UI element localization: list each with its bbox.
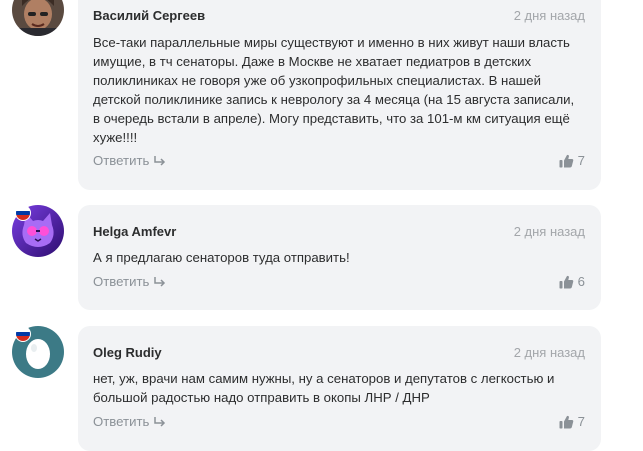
reply-button[interactable]: Ответить (93, 414, 167, 429)
comment-bubble: Василий Сергеев 2 дня назад Все-таки пар… (78, 0, 601, 190)
comment: Oleg Rudiy 2 дня назад нет, уж, врачи на… (0, 326, 643, 451)
thumbs-up-icon (559, 275, 573, 288)
russia-flag-icon (15, 326, 31, 342)
comment: Helga Amfevr 2 дня назад А я предлагаю с… (0, 205, 643, 310)
comment-bubble: Oleg Rudiy 2 дня назад нет, уж, врачи на… (78, 326, 601, 451)
avatar-wrap (12, 205, 64, 257)
reply-arrow-icon (154, 155, 166, 166)
reply-button[interactable]: Ответить (93, 153, 167, 168)
like-count: 7 (577, 414, 585, 429)
like-count: 6 (577, 274, 585, 289)
comment-author[interactable]: Helga Amfevr (93, 224, 176, 239)
comment-time[interactable]: 2 дня назад (514, 224, 585, 239)
comment-bubble: Helga Amfevr 2 дня назад А я предлагаю с… (78, 205, 601, 310)
russia-flag-icon (15, 205, 31, 221)
comment: Василий Сергеев 2 дня назад Все-таки пар… (0, 0, 643, 200)
reply-label: Ответить (93, 274, 150, 289)
comment-author[interactable]: Василий Сергеев (93, 8, 205, 23)
like-button[interactable]: 6 (559, 274, 585, 289)
reply-label: Ответить (93, 414, 150, 429)
reply-label: Ответить (93, 153, 150, 168)
like-button[interactable]: 7 (559, 414, 585, 429)
comment-time[interactable]: 2 дня назад (514, 345, 585, 360)
comment-text: Все-таки параллельные миры существуют и … (93, 35, 575, 145)
thumbs-up-icon (559, 415, 573, 428)
avatar-wrap (12, 0, 64, 36)
avatar-wrap (12, 326, 64, 378)
comment-text: нет, уж, врачи нам самим нужны, ну а сен… (93, 371, 555, 405)
thumbs-up-icon (559, 154, 573, 167)
reply-arrow-icon (154, 276, 166, 287)
comment-time[interactable]: 2 дня назад (514, 8, 585, 23)
avatar[interactable] (12, 0, 64, 36)
reply-button[interactable]: Ответить (93, 274, 167, 289)
like-count: 7 (577, 153, 585, 168)
like-button[interactable]: 7 (559, 153, 585, 168)
comment-text: А я предлагаю сенаторов туда отправить! (93, 250, 350, 265)
reply-arrow-icon (154, 416, 166, 427)
comment-author[interactable]: Oleg Rudiy (93, 345, 162, 360)
avatar-photo-icon (12, 0, 64, 36)
